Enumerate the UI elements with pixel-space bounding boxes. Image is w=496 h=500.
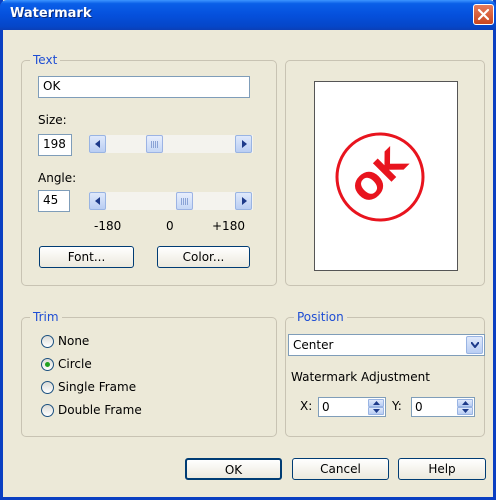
- radio-button[interactable]: [41, 335, 54, 348]
- watermark-preview: OK: [335, 132, 425, 222]
- size-slider-thumb[interactable]: [146, 135, 163, 153]
- y-label: Y:: [392, 399, 402, 413]
- ok-button[interactable]: OK: [185, 458, 282, 480]
- font-button[interactable]: Font...: [39, 246, 134, 268]
- y-spin-input[interactable]: 0: [411, 397, 475, 417]
- position-select[interactable]: Center: [288, 334, 485, 356]
- watermark-adjustment-label: Watermark Adjustment: [291, 370, 430, 384]
- arrow-down-icon: [462, 409, 469, 413]
- radio-button[interactable]: [41, 358, 54, 371]
- size-slider-left-button[interactable]: [89, 135, 106, 153]
- arrow-up-icon: [373, 401, 380, 405]
- help-button[interactable]: Help: [398, 458, 486, 480]
- y-spin-up[interactable]: [457, 399, 473, 407]
- color-button[interactable]: Color...: [157, 246, 250, 268]
- preview-page: OK: [314, 81, 458, 271]
- grip-icon: [181, 198, 189, 205]
- size-label: Size:: [38, 113, 67, 127]
- angle-scale-min: -180: [94, 219, 122, 233]
- trim-group-legend: Trim: [30, 310, 62, 324]
- position-dropdown-button[interactable]: [466, 336, 483, 354]
- radio-button[interactable]: [41, 381, 54, 394]
- trim-option-label: Double Frame: [58, 403, 142, 417]
- grip-icon: [151, 141, 159, 148]
- cancel-button[interactable]: Cancel: [292, 458, 389, 480]
- arrow-left-icon: [95, 197, 100, 205]
- x-value: 0: [322, 400, 330, 414]
- arrow-right-icon: [242, 140, 247, 148]
- radio-button[interactable]: [41, 404, 54, 417]
- trim-option-label: None: [58, 334, 90, 348]
- watermark-text-input[interactable]: OK: [38, 76, 250, 98]
- arrow-down-icon: [373, 409, 380, 413]
- position-group-legend: Position: [294, 310, 347, 324]
- size-input[interactable]: 198: [38, 134, 72, 156]
- x-spin-down[interactable]: [368, 407, 384, 415]
- trim-option-label: Single Frame: [58, 380, 137, 394]
- size-slider[interactable]: [89, 135, 253, 153]
- arrow-left-icon: [95, 140, 100, 148]
- angle-input[interactable]: 45: [38, 190, 70, 212]
- watermark-text: OK: [345, 141, 416, 212]
- position-selected-value: Center: [293, 338, 334, 352]
- y-spin-down[interactable]: [457, 407, 473, 415]
- angle-slider-right-button[interactable]: [235, 192, 252, 210]
- angle-label: Angle:: [38, 171, 77, 185]
- dialog-title: Watermark: [10, 6, 92, 21]
- x-label: X:: [300, 399, 313, 413]
- title-bar[interactable]: Watermark: [0, 0, 496, 30]
- text-group-legend: Text: [30, 53, 61, 67]
- arrow-right-icon: [242, 197, 247, 205]
- y-value: 0: [415, 400, 423, 414]
- watermark-dialog: Watermark Text OK Size: 198 Angle: 45 -1…: [0, 0, 496, 500]
- x-spin-up[interactable]: [368, 399, 384, 407]
- angle-scale-max: +180: [212, 219, 245, 233]
- trim-option-label: Circle: [58, 357, 92, 371]
- angle-slider-thumb[interactable]: [176, 192, 193, 210]
- size-slider-right-button[interactable]: [235, 135, 252, 153]
- angle-slider-left-button[interactable]: [89, 192, 106, 210]
- x-spin-input[interactable]: 0: [318, 397, 386, 417]
- angle-slider[interactable]: [89, 192, 253, 210]
- close-button[interactable]: [473, 4, 494, 25]
- angle-scale-mid: 0: [166, 219, 174, 233]
- close-icon: [477, 8, 490, 21]
- arrow-up-icon: [462, 401, 469, 405]
- chevron-down-icon: [471, 342, 479, 348]
